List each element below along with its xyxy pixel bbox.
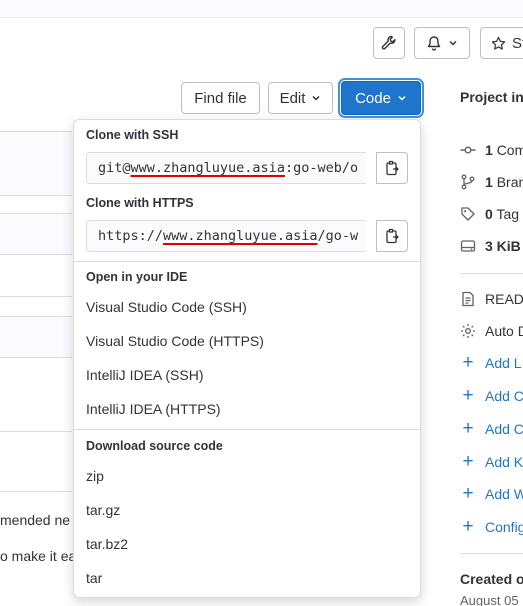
- tag-icon: [461, 207, 475, 221]
- wrench-icon: [381, 35, 396, 50]
- download-tar-bz2[interactable]: tar.bz2: [86, 536, 128, 552]
- commits-count: 1: [485, 142, 493, 158]
- table-row-shade: [0, 317, 72, 357]
- readme-label: READ: [485, 291, 523, 307]
- sidebar-divider: [460, 273, 523, 274]
- tags-count: 0: [485, 206, 493, 222]
- branches-label: Bran: [496, 174, 523, 190]
- ssh-url-field[interactable]: git@www.zhangluyue.asia:go-web/o: [86, 152, 366, 184]
- auto-devops-link[interactable]: Auto D: [460, 323, 523, 339]
- storage-icon: [460, 240, 476, 252]
- add-link-5[interactable]: + Add W: [460, 483, 523, 504]
- settings-icon: [461, 324, 475, 338]
- https-url-prefix: https://: [98, 228, 164, 244]
- project-info-title: Project in: [460, 89, 523, 105]
- plus-icon: +: [462, 483, 474, 504]
- ide-intellij-https[interactable]: IntelliJ IDEA (HTTPS): [86, 401, 221, 417]
- table-divider: [0, 431, 72, 432]
- storage-link[interactable]: 3 KiB: [460, 238, 521, 254]
- notifications-button[interactable]: [414, 27, 470, 59]
- readme-text-fragment: mended ne: [0, 512, 71, 528]
- table-divider: [0, 491, 72, 492]
- readme-link[interactable]: READ: [460, 291, 523, 307]
- https-url-field[interactable]: https://www.zhangluyue.asia/go-w: [86, 220, 366, 252]
- table-divider: [0, 254, 72, 255]
- add-link-2[interactable]: + Add C: [460, 385, 523, 406]
- plus-icon: +: [462, 451, 474, 472]
- download-source-heading: Download source code: [86, 439, 223, 453]
- copy-icon: [386, 228, 399, 244]
- clone-https-heading: Clone with HTTPS: [86, 196, 194, 210]
- star-label: St: [512, 34, 523, 52]
- open-in-ide-heading: Open in your IDE: [86, 270, 188, 284]
- add-link-1[interactable]: + Add L: [460, 352, 522, 373]
- copy-icon: [386, 160, 399, 176]
- copy-ssh-button[interactable]: [376, 152, 408, 184]
- ssh-url-host: www.zhangluyue.asia: [130, 160, 285, 176]
- configure-label: Config: [485, 519, 523, 535]
- code-dropdown-menu: Clone with SSH git@www.zhangluyue.asia:g…: [73, 119, 421, 598]
- table-row-shade: [0, 132, 72, 195]
- sidebar-divider: [460, 553, 523, 554]
- code-label: Code: [355, 89, 391, 107]
- top-band: [0, 0, 523, 18]
- branch-icon: [461, 174, 475, 190]
- table-divider: [0, 296, 72, 297]
- clone-ssh-heading: Clone with SSH: [86, 128, 179, 142]
- star-icon: [491, 36, 506, 50]
- find-file-button[interactable]: Find file: [181, 82, 260, 114]
- download-zip[interactable]: zip: [86, 468, 104, 484]
- plus-icon: +: [462, 516, 474, 537]
- ssh-url-prefix: git@: [98, 160, 131, 176]
- star-button[interactable]: St: [480, 27, 523, 59]
- add-link-label: Add W: [485, 486, 523, 502]
- table-divider: [0, 357, 72, 358]
- ide-vscode-https[interactable]: Visual Studio Code (HTTPS): [86, 333, 264, 349]
- dropdown-divider: [74, 429, 420, 430]
- plus-icon: +: [462, 418, 474, 439]
- download-tar-gz[interactable]: tar.gz: [86, 502, 120, 518]
- add-link-label: Add C: [485, 421, 523, 437]
- chevron-down-icon: [312, 95, 320, 101]
- table-divider: [0, 195, 72, 196]
- storage-size: 3 KiB: [485, 238, 521, 254]
- chevron-down-icon: [449, 40, 457, 46]
- table-row-shade: [0, 214, 72, 254]
- commits-label: Com: [496, 142, 523, 158]
- edit-button[interactable]: Edit: [268, 82, 333, 114]
- chevron-down-icon: [398, 95, 406, 101]
- dropdown-divider: [74, 261, 420, 262]
- add-link-label: Add C: [485, 388, 523, 404]
- ssh-url-suffix: :go-web/o: [284, 160, 359, 176]
- settings-wrench-button[interactable]: [373, 27, 405, 59]
- download-tar[interactable]: tar: [86, 570, 102, 586]
- created-title: Created o: [460, 571, 523, 587]
- add-link-4[interactable]: + Add K: [460, 451, 523, 472]
- configure-link[interactable]: + Config: [460, 516, 523, 537]
- readme-text-fragment: o make it ea: [0, 548, 77, 564]
- auto-devops-label: Auto D: [485, 323, 523, 339]
- commit-icon: [460, 146, 476, 154]
- plus-icon: +: [462, 352, 474, 373]
- copy-https-button[interactable]: [376, 220, 408, 252]
- tags-link[interactable]: 0 Tag: [460, 206, 519, 222]
- edit-label: Edit: [279, 89, 306, 107]
- ide-intellij-ssh[interactable]: IntelliJ IDEA (SSH): [86, 367, 203, 383]
- ide-vscode-ssh[interactable]: Visual Studio Code (SSH): [86, 299, 247, 315]
- add-link-label: Add K: [485, 454, 523, 470]
- commits-link[interactable]: 1 Com: [460, 142, 523, 158]
- find-file-label: Find file: [194, 89, 247, 107]
- https-url-host: www.zhangluyue.asia: [163, 228, 318, 244]
- plus-icon: +: [462, 385, 474, 406]
- code-button[interactable]: Code: [341, 81, 421, 115]
- add-link-3[interactable]: + Add C: [460, 418, 523, 439]
- https-url-suffix: /go-w: [317, 228, 359, 244]
- branches-link[interactable]: 1 Bran: [460, 174, 523, 190]
- tags-label: Tag: [496, 206, 520, 222]
- bell-icon: [427, 36, 441, 51]
- created-date: August 05: [460, 593, 519, 606]
- document-icon: [462, 291, 474, 307]
- branches-count: 1: [485, 174, 493, 190]
- add-link-label: Add L: [485, 355, 522, 371]
